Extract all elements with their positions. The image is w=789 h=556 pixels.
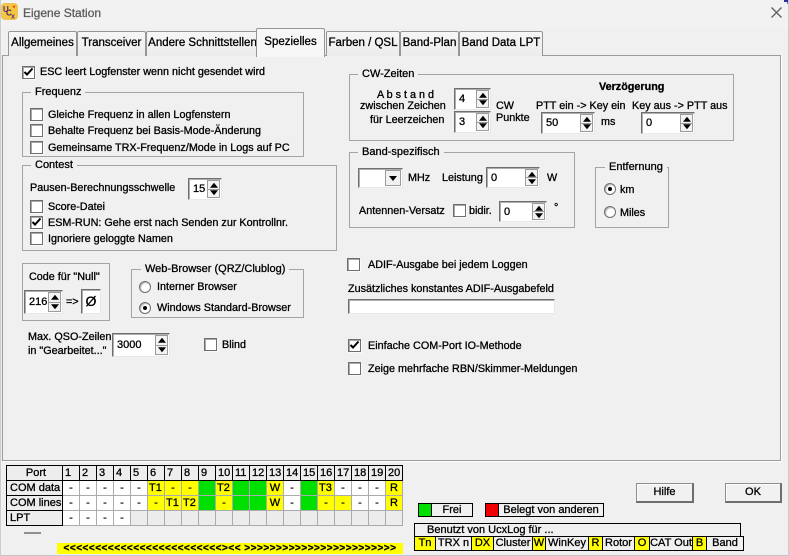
svg-text:x: x <box>11 13 15 20</box>
